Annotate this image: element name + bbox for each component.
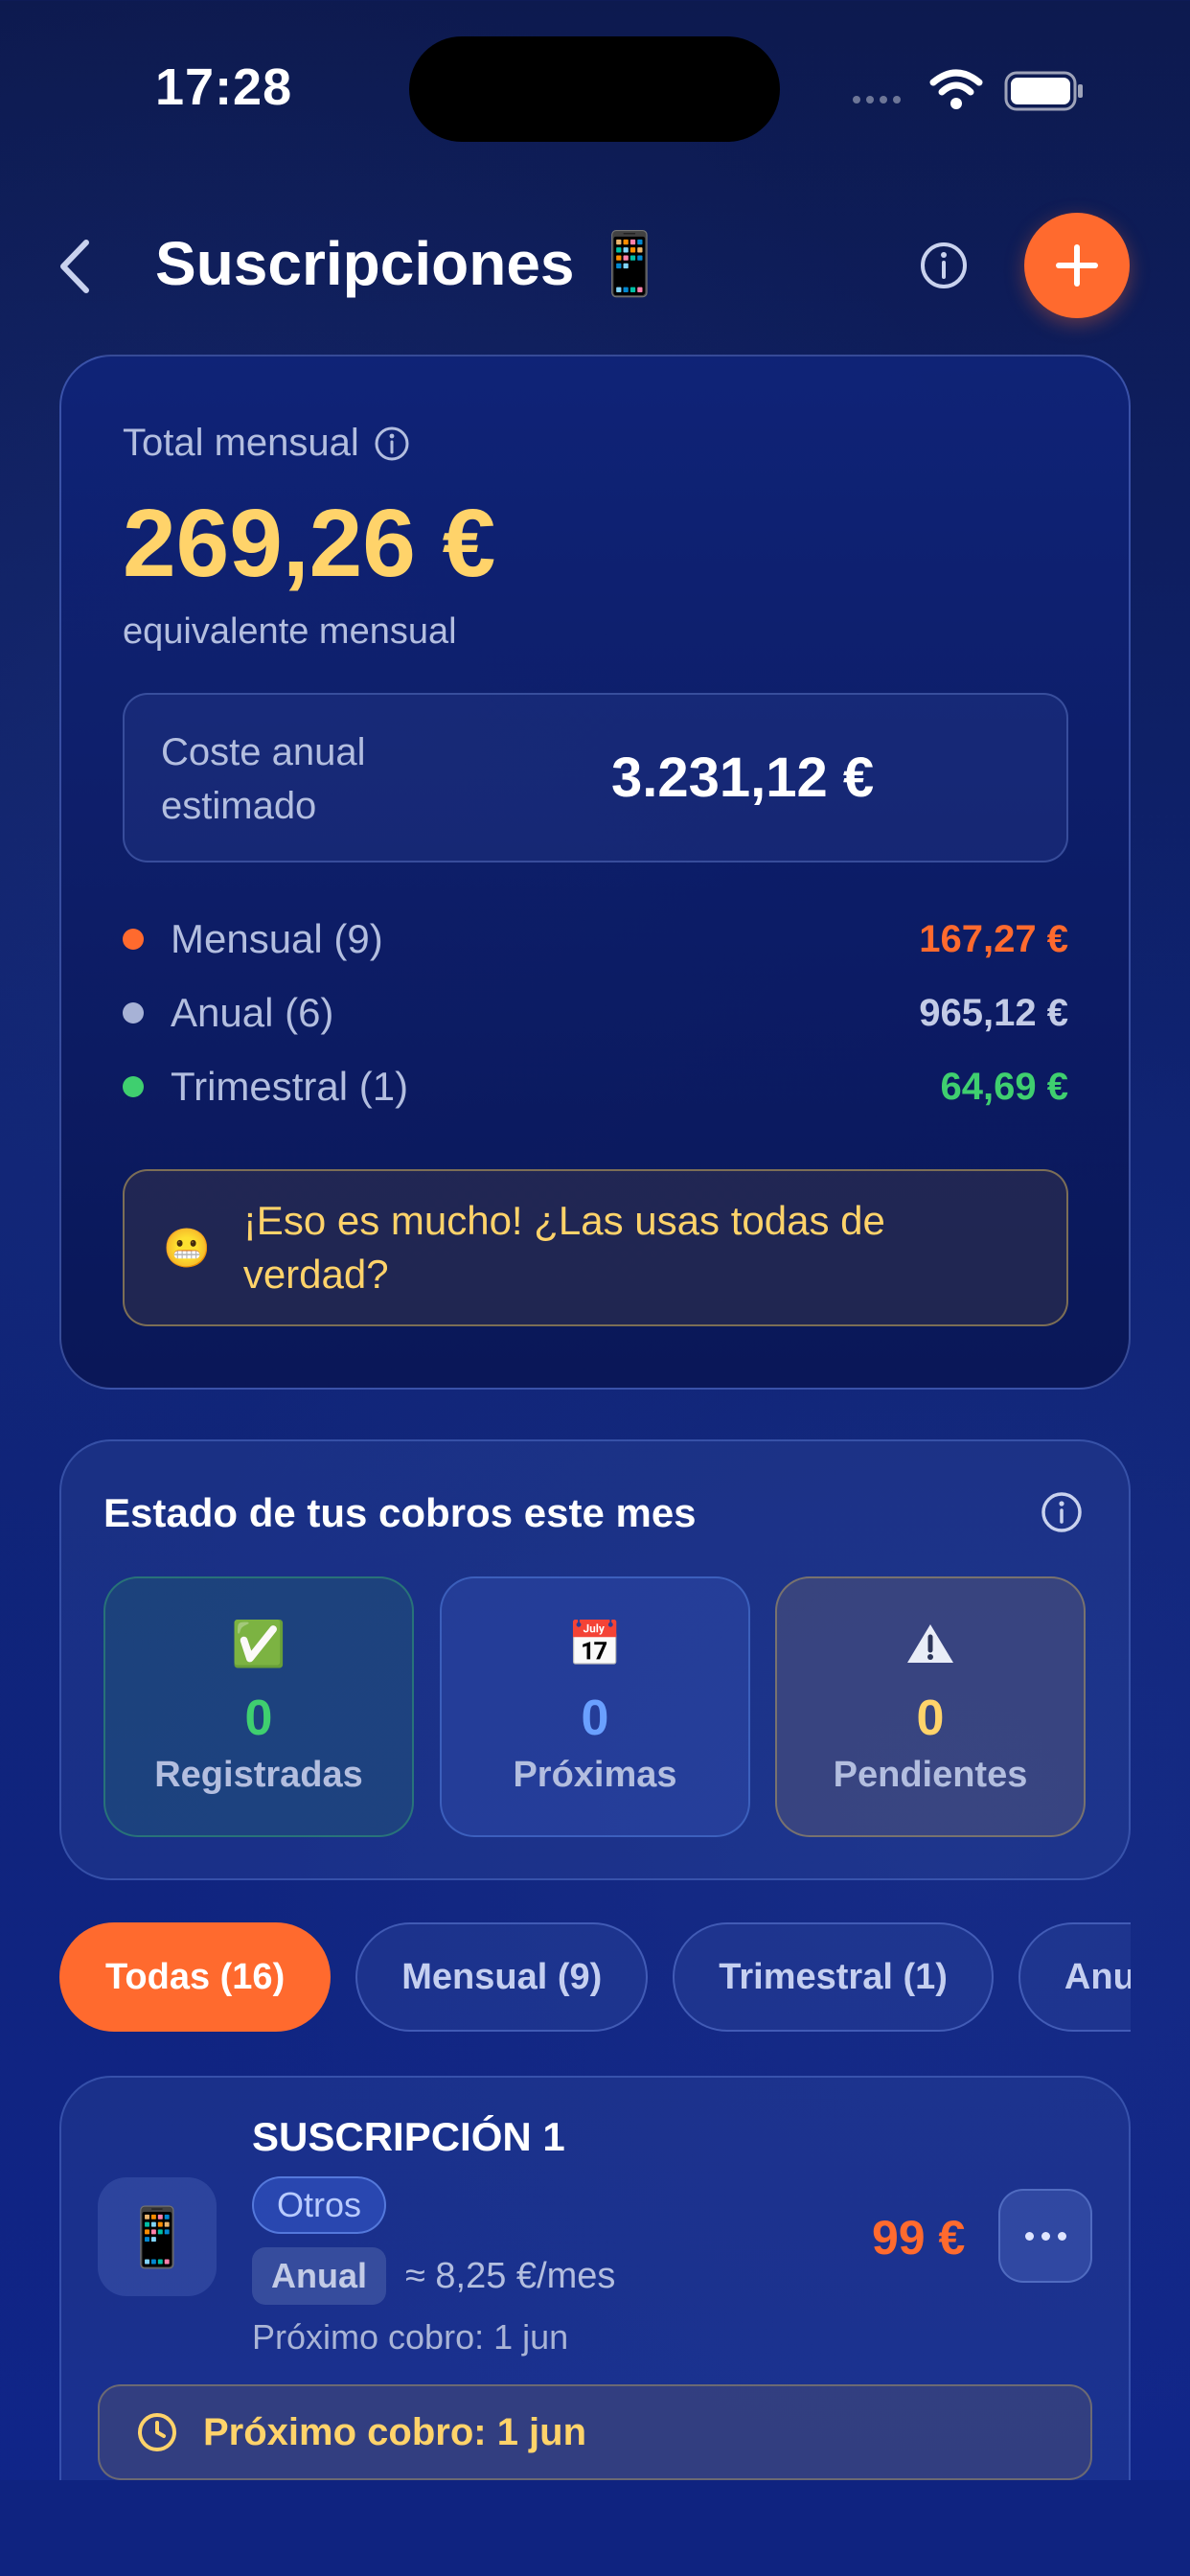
grimace-emoji-icon: 😬 [163, 1227, 211, 1270]
filter-chip-annual[interactable]: Anual (6) [1018, 1922, 1131, 2032]
info-icon[interactable] [915, 237, 973, 294]
cellular-signal-icon [853, 96, 901, 104]
billing-status-title: Estado de tus cobros este mes [103, 1490, 697, 1535]
stat-registered[interactable]: ✅ 0 Registradas [103, 1576, 414, 1837]
filter-chip-monthly[interactable]: Mensual (9) [355, 1922, 649, 2032]
filter-chip-all[interactable]: Todas (16) [59, 1922, 332, 2032]
subscription-name: SUSCRIPCIÓN 1 [252, 2114, 565, 2159]
plus-icon [1056, 244, 1098, 287]
annual-cost-value: 3.231,12 € [611, 747, 875, 809]
dynamic-island [409, 36, 780, 142]
stat-label: Próximas [513, 1755, 677, 1795]
total-label: Total mensual [123, 422, 359, 464]
info-icon[interactable] [1040, 1490, 1084, 1534]
battery-icon [1004, 71, 1083, 111]
breakdown-amount: 965,12 € [919, 991, 1068, 1034]
status-dot [123, 1002, 144, 1024]
ellipsis-icon [1024, 2231, 1034, 2241]
breakdown-row-quarterly: Trimestral (1) 64,69 € [123, 1058, 1068, 1116]
stat-pending[interactable]: 0 Pendientes [775, 1576, 1086, 1837]
stat-value: 0 [916, 1690, 945, 1746]
breakdown-name: Mensual (9) [171, 916, 383, 961]
wifi-icon [929, 69, 983, 109]
check-mark-icon: ✅ [231, 1618, 286, 1668]
next-charge-banner-text: Próximo cobro: 1 jun [203, 2410, 587, 2453]
next-charge-text: Próximo cobro: 1 jun [252, 2317, 569, 2357]
breakdown-row-monthly: Mensual (9) 167,27 € [123, 910, 1068, 968]
stat-value: 0 [581, 1690, 609, 1746]
annual-cost-label: Coste anual estimado [161, 731, 366, 827]
warning-text: ¡Eso es mucho! ¿Las usas todas de verdad… [242, 1198, 885, 1297]
page-title: Suscripciones 📱 [155, 229, 668, 298]
breakdown-name: Trimestral (1) [171, 1064, 409, 1109]
breakdown-row-annual: Anual (6) 965,12 € [123, 984, 1068, 1042]
back-chevron-icon[interactable] [54, 235, 96, 298]
breakdown-amount: 64,69 € [940, 1065, 1068, 1108]
add-subscription-button[interactable] [1024, 213, 1130, 318]
clock-icon [138, 2413, 176, 2451]
filter-chip-quarterly[interactable]: Trimestral (1) [673, 1922, 994, 2032]
status-time: 17:28 [155, 58, 293, 116]
category-badge: Otros [252, 2176, 387, 2234]
info-icon[interactable] [373, 425, 411, 463]
phone-icon: 📱 [98, 2177, 217, 2296]
status-dot [123, 929, 144, 950]
period-badge: Anual [252, 2247, 387, 2305]
filter-chips: Todas (16) Mensual (9) Trimestral (1) An… [59, 1922, 1131, 2034]
equivalent-label: equivalente mensual [123, 611, 457, 652]
total-monthly-value: 269,26 € [123, 490, 496, 597]
per-month-amount: ≈ 8,25 €/mes [405, 2256, 616, 2296]
warning-triangle-icon [905, 1617, 955, 1670]
more-options-button[interactable] [998, 2189, 1092, 2283]
status-dot [123, 1076, 144, 1097]
stat-label: Pendientes [833, 1755, 1028, 1795]
stat-upcoming[interactable]: 📅 0 Próximas [440, 1576, 750, 1837]
breakdown-name: Anual (6) [171, 990, 334, 1035]
breakdown-amount: 167,27 € [919, 917, 1068, 960]
spending-warning: 😬 ¡Eso es mucho! ¿Las usas todas de verd… [123, 1169, 1068, 1326]
total-label-row: Total mensual [123, 422, 411, 465]
bottom-area [0, 2480, 1190, 2576]
calendar-icon: 📅 [567, 1618, 623, 1668]
subscription-price: 99 € [872, 2211, 966, 2265]
stat-label: Registradas [154, 1755, 363, 1795]
stat-value: 0 [244, 1690, 273, 1746]
next-charge-banner: Próximo cobro: 1 jun [98, 2384, 1092, 2480]
